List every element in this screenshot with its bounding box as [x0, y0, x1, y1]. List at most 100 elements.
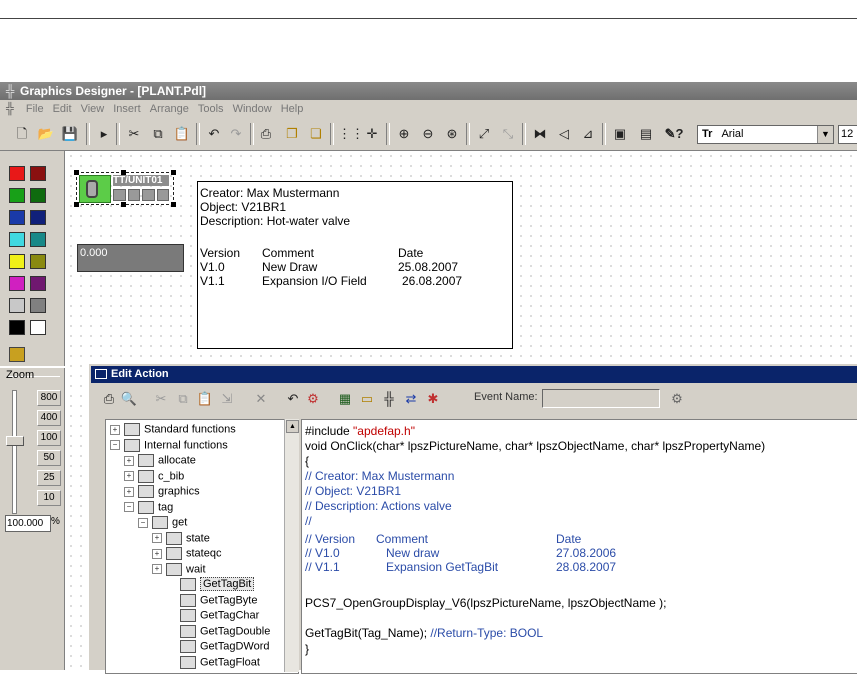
color-swatch[interactable]	[30, 320, 46, 335]
io-field[interactable]: 0.000	[77, 244, 184, 272]
align-icon[interactable]: ⊿	[578, 124, 598, 144]
tree-item[interactable]: GetTagByte	[166, 593, 257, 607]
new-file-icon[interactable]: 🗋	[12, 124, 32, 144]
delete-icon[interactable]: ✕	[251, 389, 271, 409]
expand-icon[interactable]: +	[110, 424, 120, 435]
chevron-down-icon[interactable]: ▼	[817, 126, 833, 143]
collapse-icon[interactable]: −	[124, 502, 134, 512]
copy-icon[interactable]: ⧉	[173, 389, 193, 409]
zoom-level-button[interactable]: 25	[37, 470, 61, 486]
compile-icon[interactable]: ⚙	[303, 389, 323, 409]
tag-select-icon[interactable]: ▦	[335, 389, 355, 409]
color-swatch[interactable]	[30, 210, 46, 225]
font-size-field[interactable]: 12	[838, 125, 857, 144]
zoom-level-button[interactable]: 100	[37, 430, 61, 446]
paste-icon[interactable]: 📋	[195, 389, 215, 409]
object-icon[interactable]: ╬	[379, 389, 399, 409]
print-icon[interactable]: ⎙	[256, 124, 276, 144]
properties-icon[interactable]: ▣	[610, 124, 630, 144]
menu-item-5[interactable]: Tools	[198, 103, 224, 115]
documentation-box[interactable]: Creator: Max Mustermann Object: V21BR1 D…	[197, 181, 513, 349]
tree-item[interactable]: − Internal functions	[110, 438, 228, 452]
menu-item-6[interactable]: Window	[233, 103, 272, 115]
color-swatch[interactable]	[30, 298, 46, 313]
menu-item-4[interactable]: Arrange	[150, 103, 189, 115]
menu-item-2[interactable]: View	[81, 103, 105, 115]
expand-icon[interactable]: +	[152, 564, 162, 574]
tree-item[interactable]: − tag	[124, 500, 173, 514]
tree-item[interactable]: + c_bib	[124, 469, 184, 483]
print-icon[interactable]: ⎙	[99, 389, 119, 409]
undo-icon[interactable]: ↶	[204, 124, 224, 144]
disconnect-icon[interactable]: ⤡	[498, 124, 518, 144]
expand-icon[interactable]: +	[152, 548, 162, 559]
help-icon[interactable]: ✎?	[664, 124, 684, 144]
layer-back-icon[interactable]: ❏	[306, 124, 326, 144]
color-swatch[interactable]	[30, 188, 46, 203]
color-swatch[interactable]	[9, 276, 25, 291]
paste-icon[interactable]: 📋	[172, 124, 192, 144]
color-swatch[interactable]	[9, 254, 25, 269]
trigger-icon[interactable]: ▭	[357, 389, 377, 409]
scroll-up-icon[interactable]: ▲	[286, 420, 299, 433]
tree-item[interactable]: GetTagFloat	[166, 655, 260, 669]
function-tree[interactable]: + Standard functions − Internal functions + a…	[105, 419, 299, 674]
redo-icon[interactable]: ↷	[226, 124, 246, 144]
event-name-field[interactable]	[542, 389, 660, 408]
color-swatch[interactable]	[30, 276, 46, 291]
zoom-level-button[interactable]: 10	[37, 490, 61, 506]
open-folder-icon[interactable]: 📂	[36, 124, 56, 144]
undo-icon[interactable]: ↶	[283, 389, 303, 409]
menu-item-3[interactable]: Insert	[113, 103, 141, 115]
collapse-icon[interactable]: −	[110, 440, 120, 450]
tree-item[interactable]: GetTagDouble	[166, 624, 270, 638]
color-swatch[interactable]	[30, 232, 46, 247]
color-swatch[interactable]	[9, 188, 25, 203]
print-preview-icon[interactable]: 🔍	[119, 389, 139, 409]
zoom-in-icon[interactable]: ⊕	[394, 124, 414, 144]
save-icon[interactable]: 💾	[60, 124, 80, 144]
color-swatch[interactable]	[9, 320, 25, 335]
tree-item[interactable]: GetTagChar	[166, 609, 259, 622]
picture-icon[interactable]: ✱	[423, 389, 443, 409]
expand-icon[interactable]: +	[124, 455, 134, 466]
color-swatch[interactable]	[30, 166, 46, 181]
zoom-out-icon[interactable]: ⊖	[418, 124, 438, 144]
zoom-slider-handle[interactable]	[6, 436, 24, 446]
connect-icon[interactable]: ⤢	[474, 124, 494, 144]
menu-item-1[interactable]: Edit	[53, 103, 72, 115]
library-icon[interactable]: ▤	[636, 124, 656, 144]
expand-icon[interactable]: +	[124, 471, 134, 481]
code-editor[interactable]: #include "apdefap.h" void OnClick(char* …	[301, 419, 857, 674]
color-swatch[interactable]	[9, 232, 25, 247]
zoom-level-button[interactable]: 800	[37, 390, 61, 406]
event-select-icon[interactable]: ⚙	[667, 389, 687, 409]
mirror-icon[interactable]: ⧓	[530, 124, 550, 144]
cut-icon[interactable]: ✂	[151, 389, 171, 409]
tree-item[interactable]: + allocate	[124, 454, 196, 467]
snap-icon[interactable]: ✛	[362, 124, 382, 144]
color-swatch[interactable]	[30, 254, 46, 269]
copy-icon[interactable]: ⧉	[148, 124, 168, 144]
menu-item-7[interactable]: Help	[281, 103, 304, 115]
valve-object[interactable]: TT/UNIT01	[74, 170, 176, 207]
tree-item[interactable]: − get	[138, 516, 187, 529]
color-swatch[interactable]	[9, 298, 25, 313]
expand-icon[interactable]: +	[124, 486, 134, 497]
menu-item-0[interactable]: File	[26, 103, 44, 115]
tree-item[interactable]: + wait	[152, 562, 206, 576]
tree-item[interactable]: + stateqc	[152, 547, 221, 560]
zoom-level-button[interactable]: 400	[37, 410, 61, 426]
palette-special-icon[interactable]	[9, 347, 25, 362]
font-select[interactable]: Tr Arial ▼	[697, 125, 834, 144]
zoom-value-field[interactable]: 100.000	[5, 515, 51, 532]
function-icon[interactable]: ⇄	[401, 389, 421, 409]
cut-icon[interactable]: ✂	[124, 124, 144, 144]
color-swatch[interactable]	[9, 210, 25, 225]
tree-item[interactable]: + state	[152, 531, 210, 545]
expand-icon[interactable]: +	[152, 533, 162, 543]
tree-scrollbar[interactable]: ▲	[284, 419, 299, 672]
tree-item[interactable]: GetTagBit	[166, 577, 255, 592]
layer-front-icon[interactable]: ❐	[282, 124, 302, 144]
insert-icon[interactable]: ⇲	[217, 389, 237, 409]
